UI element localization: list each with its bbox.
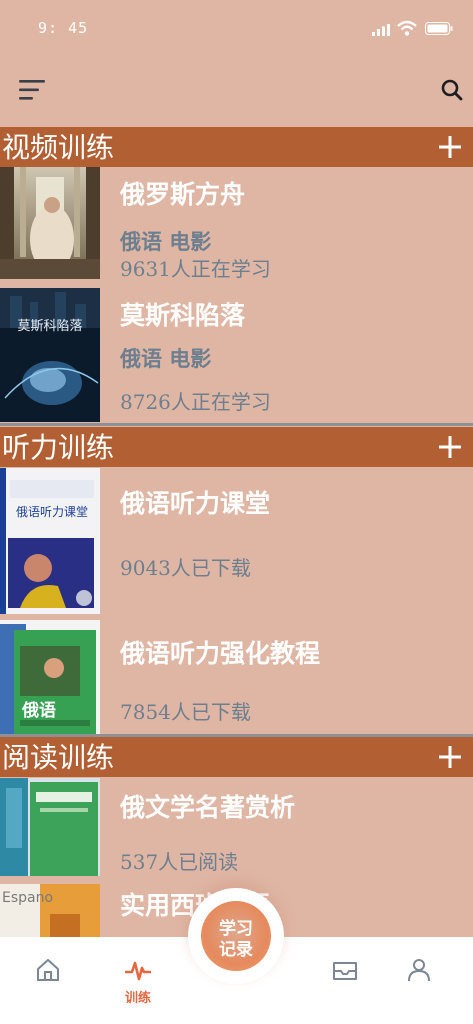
- add-icon[interactable]: [438, 435, 462, 459]
- add-icon[interactable]: [438, 745, 462, 769]
- tab-profile[interactable]: [389, 937, 449, 1007]
- add-icon[interactable]: [438, 135, 462, 159]
- study-record-button[interactable]: 学习 记录: [188, 888, 284, 984]
- study-record-label: 学习 记录: [219, 919, 253, 960]
- course-cover-image: Espano: [0, 884, 100, 937]
- course-stat: 7854人已下载: [120, 700, 251, 724]
- course-title: 莫斯科陷落: [120, 301, 246, 330]
- tab-inbox[interactable]: [314, 937, 374, 1007]
- home-icon: [37, 959, 59, 981]
- top-bar: [0, 64, 473, 116]
- course-cover-image: [0, 167, 100, 279]
- course-cover-image: 莫斯科陷落: [0, 288, 100, 422]
- section-title: 阅读训练: [2, 741, 115, 774]
- cover-text: 俄语听力课堂: [16, 505, 88, 519]
- section-header-reading: 阅读训练: [0, 737, 473, 777]
- divider: [0, 423, 473, 426]
- course-title: 俄语听力强化教程: [120, 639, 321, 668]
- course-stat: 9043人已下载: [120, 556, 251, 580]
- section-header-video: 视频训练: [0, 127, 473, 167]
- course-stat: 537人已阅读: [120, 850, 239, 874]
- course-cover-image: 俄语: [0, 620, 100, 734]
- list-item-course[interactable]: 俄语听力课堂 俄语听力课堂 9043人已下载: [0, 468, 473, 614]
- user-icon: [408, 959, 430, 982]
- section-header-listening: 听力训练: [0, 427, 473, 467]
- course-cover-image: [0, 778, 100, 876]
- inbox-icon: [333, 962, 357, 980]
- study-record-circle: 学习 记录: [201, 901, 271, 971]
- cover-text: 俄语: [21, 700, 56, 721]
- tab-label: 训练: [124, 991, 151, 1006]
- status-bar: 9: 45: [0, 0, 473, 58]
- course-title: 俄文学名著赏析: [120, 793, 296, 822]
- status-time: 9: 45: [38, 19, 89, 37]
- wifi-icon: [397, 20, 417, 36]
- battery-icon: [425, 22, 453, 35]
- signal-icon: [372, 24, 390, 36]
- section-title: 视频训练: [2, 131, 115, 164]
- list-item-course[interactable]: 莫斯科陷落 莫斯科陷落 俄语 电影 8726人正在学习: [0, 288, 473, 422]
- cover-text: Espano: [2, 890, 53, 906]
- course-tag: 俄语 电影: [120, 229, 212, 254]
- course-title: 俄罗斯方舟: [120, 180, 246, 209]
- list-item-course[interactable]: 俄文学名著赏析 537人已阅读: [0, 778, 473, 878]
- tab-home[interactable]: [18, 937, 78, 1007]
- course-stat: 9631人正在学习: [120, 257, 271, 281]
- section-title: 听力训练: [2, 431, 115, 464]
- course-tag: 俄语 电影: [120, 346, 212, 371]
- search-icon[interactable]: [440, 78, 464, 102]
- list-item-course[interactable]: 俄语 俄语听力强化教程 7854人已下载: [0, 620, 473, 734]
- cover-text: 莫斯科陷落: [17, 319, 82, 334]
- pulse-icon: [125, 961, 151, 981]
- list-item-course[interactable]: 俄罗斯方舟 俄语 电影 9631人正在学习: [0, 167, 473, 281]
- menu-icon[interactable]: [19, 79, 47, 101]
- course-title: 俄语听力课堂: [120, 489, 271, 518]
- course-cover-image: 俄语听力课堂: [0, 468, 100, 614]
- course-stat: 8726人正在学习: [120, 390, 271, 414]
- tab-training[interactable]: 训练: [108, 937, 168, 1007]
